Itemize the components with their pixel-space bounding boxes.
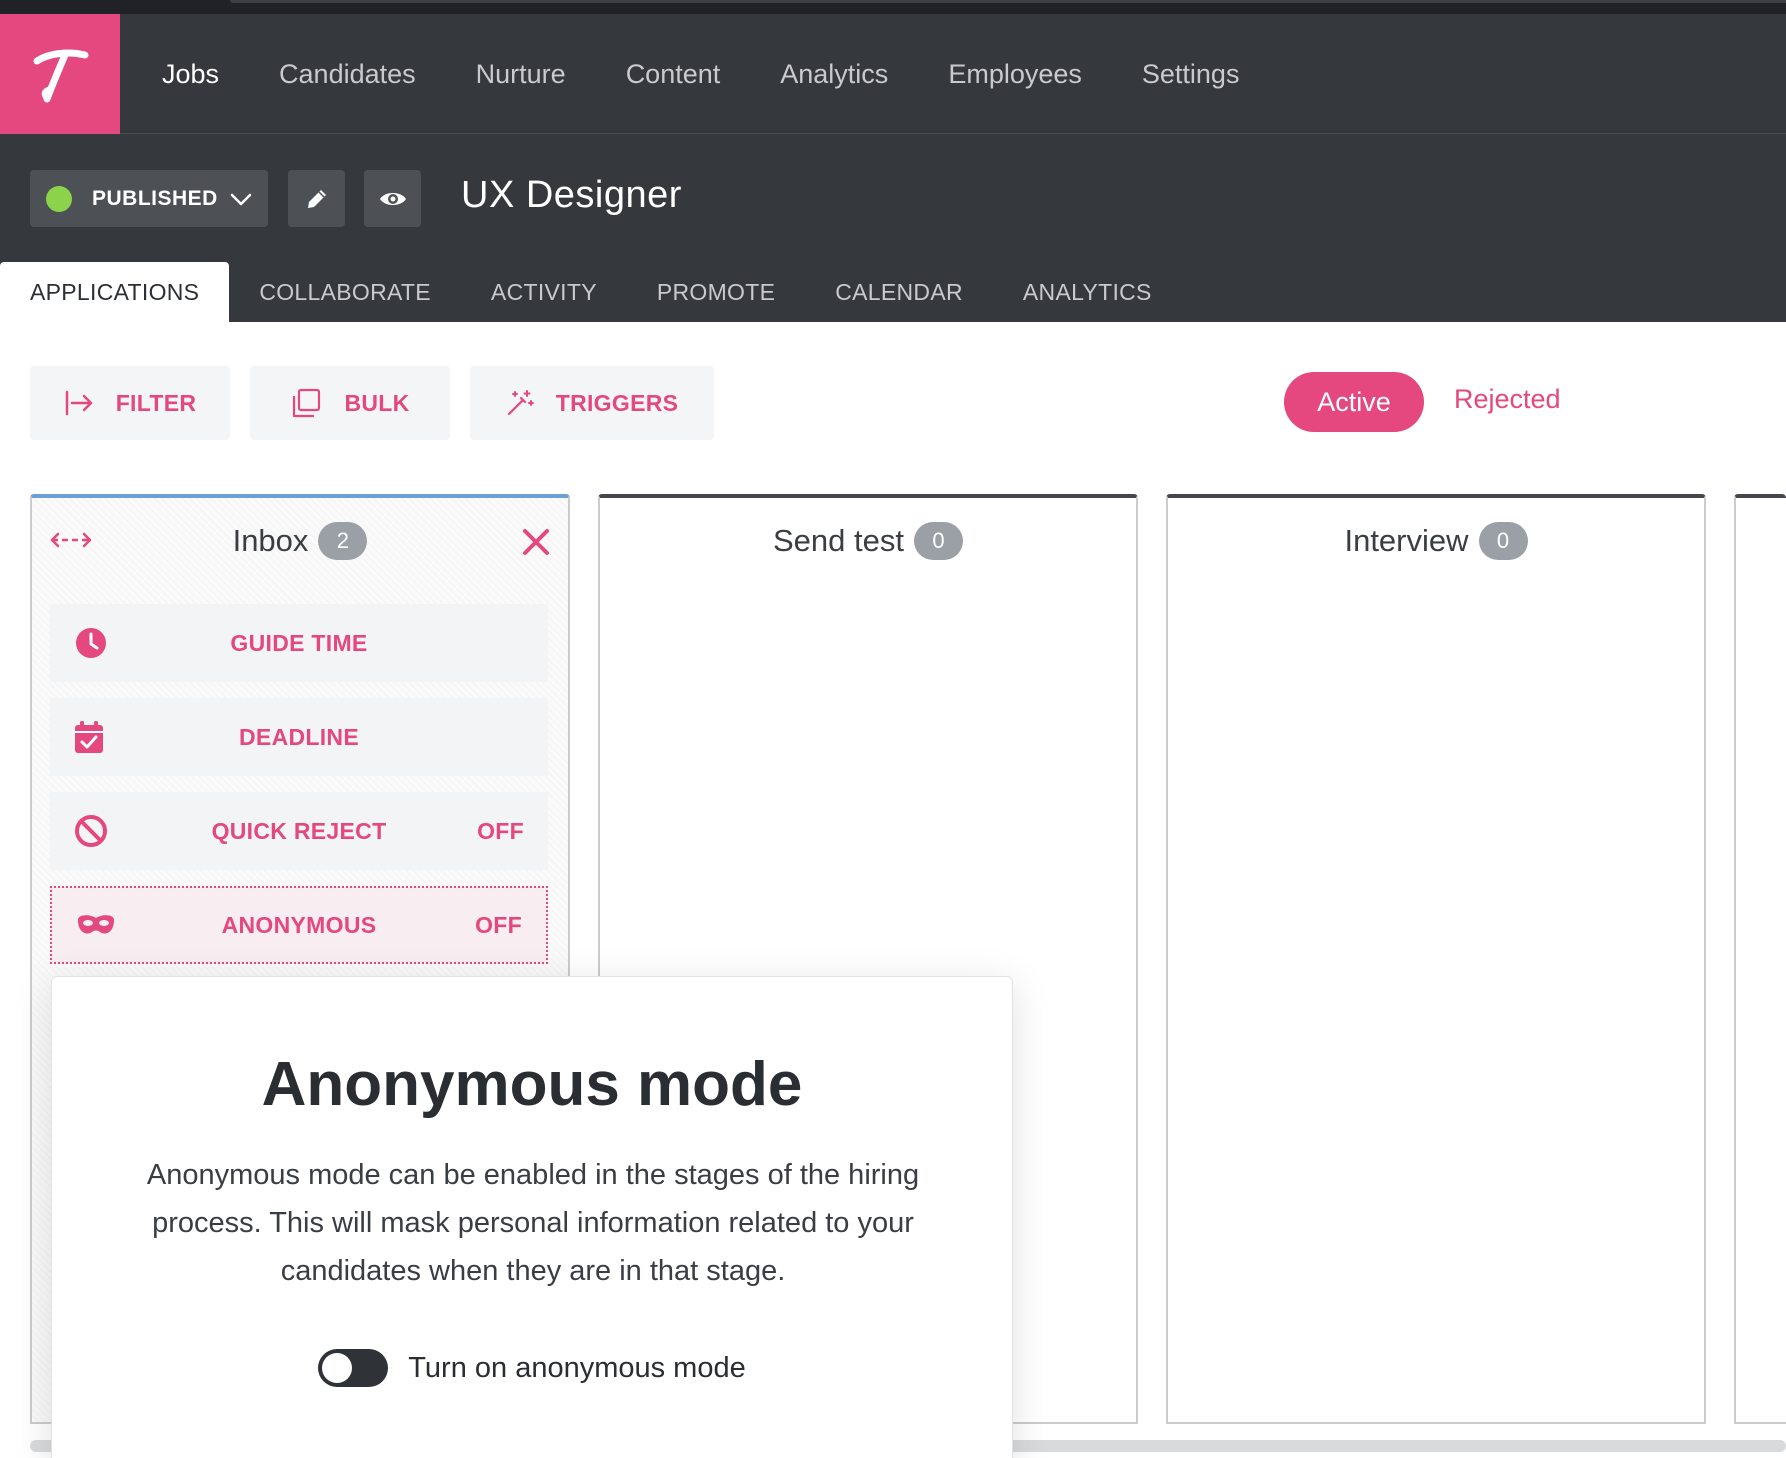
tab-calendar[interactable]: CALENDAR xyxy=(805,262,993,322)
popover-title: Anonymous mode xyxy=(261,1050,803,1119)
count-badge: 0 xyxy=(1478,522,1528,560)
quick-reject-state: OFF xyxy=(477,817,524,844)
filter-label: FILTER xyxy=(115,389,197,416)
anonymous-mode-toggle[interactable] xyxy=(318,1349,389,1387)
stage-column-interview: Interview 0 xyxy=(1166,494,1706,1424)
anonymous-setting[interactable]: ANONYMOUS OFF xyxy=(50,886,548,964)
status-dot xyxy=(46,185,72,212)
triggers-button[interactable]: TRIGGERS xyxy=(470,366,714,440)
anonymous-toggle-row: Turn on anonymous mode xyxy=(52,1349,1012,1387)
window-top-strip xyxy=(0,0,1786,14)
tab-promote[interactable]: PROMOTE xyxy=(627,262,805,322)
triggers-label: TRIGGERS xyxy=(555,389,679,416)
column-title: Send test xyxy=(773,523,904,558)
deadline-setting[interactable]: DEADLINE xyxy=(50,698,548,776)
pencil-icon xyxy=(307,189,326,208)
count-badge: 0 xyxy=(913,522,963,560)
nav-item-nurture[interactable]: Nurture xyxy=(476,59,566,90)
copy-icon xyxy=(293,388,321,418)
guide-time-label: GUIDE TIME xyxy=(230,629,368,656)
anonymous-label: ANONYMOUS xyxy=(221,911,377,938)
preview-job-button[interactable] xyxy=(364,170,421,227)
stage-column-next xyxy=(1734,494,1786,1424)
job-title: UX Designer xyxy=(461,174,682,216)
column-header: Inbox 2 xyxy=(32,522,568,560)
filter-button[interactable]: FILTER xyxy=(30,366,230,440)
anonymous-state: OFF xyxy=(475,911,522,938)
bulk-label: BULK xyxy=(344,389,410,416)
brand-logo[interactable] xyxy=(0,14,120,134)
bulk-button[interactable]: BULK xyxy=(250,366,450,440)
toggle-knob xyxy=(322,1353,353,1383)
nav-item-candidates[interactable]: Candidates xyxy=(279,59,416,90)
status-dropdown[interactable]: PUBLISHED xyxy=(30,170,268,227)
eye-icon xyxy=(379,192,406,205)
top-strip-divider xyxy=(230,0,1786,3)
nav-item-jobs[interactable]: Jobs xyxy=(162,59,219,90)
column-header: Interview 0 xyxy=(1168,522,1704,560)
nav-items: Jobs Candidates Nurture Content Analytic… xyxy=(162,14,1299,134)
job-tabs: APPLICATIONS COLLABORATE ACTIVITY PROMOT… xyxy=(0,262,1182,322)
tab-applications[interactable]: APPLICATIONS xyxy=(0,262,230,322)
column-title: Interview xyxy=(1344,523,1469,558)
close-icon[interactable] xyxy=(522,528,550,556)
edit-job-button[interactable] xyxy=(288,170,345,227)
filter-arrow-icon xyxy=(65,390,92,416)
tab-activity[interactable]: ACTIVITY xyxy=(461,262,627,322)
magic-wand-icon xyxy=(507,390,534,416)
quick-reject-setting[interactable]: QUICK REJECT OFF xyxy=(50,792,548,870)
count-badge: 2 xyxy=(318,522,368,560)
nav-item-employees[interactable]: Employees xyxy=(948,59,1082,90)
nav-item-content[interactable]: Content xyxy=(626,59,721,90)
chevron-down-icon xyxy=(230,193,252,205)
popover-description: Anonymous mode can be enabled in the sta… xyxy=(146,1159,920,1287)
status-label: PUBLISHED xyxy=(92,186,218,210)
brand-t-logo-icon xyxy=(33,49,89,103)
nav-item-settings[interactable]: Settings xyxy=(1142,59,1240,90)
deadline-label: DEADLINE xyxy=(239,723,359,750)
quick-reject-label: QUICK REJECT xyxy=(211,817,387,844)
job-header: PUBLISHED UX Designer APPLICATIONS COLLA… xyxy=(0,134,1786,322)
filter-rejected-link[interactable]: Rejected xyxy=(1454,384,1561,415)
main-navbar: Jobs Candidates Nurture Content Analytic… xyxy=(0,14,1786,134)
nav-item-analytics[interactable]: Analytics xyxy=(780,59,888,90)
column-header: Send test 0 xyxy=(600,522,1136,560)
tab-collaborate[interactable]: COLLABORATE xyxy=(229,262,461,322)
toggle-label: Turn on anonymous mode xyxy=(408,1351,746,1384)
guide-time-setting[interactable]: GUIDE TIME xyxy=(50,604,548,682)
filter-active-pill[interactable]: Active xyxy=(1284,372,1424,432)
column-title: Inbox xyxy=(232,523,309,558)
anonymous-mode-popover: Anonymous mode Anonymous mode can be ena… xyxy=(51,976,1013,1458)
tab-analytics[interactable]: ANALYTICS xyxy=(993,262,1182,322)
